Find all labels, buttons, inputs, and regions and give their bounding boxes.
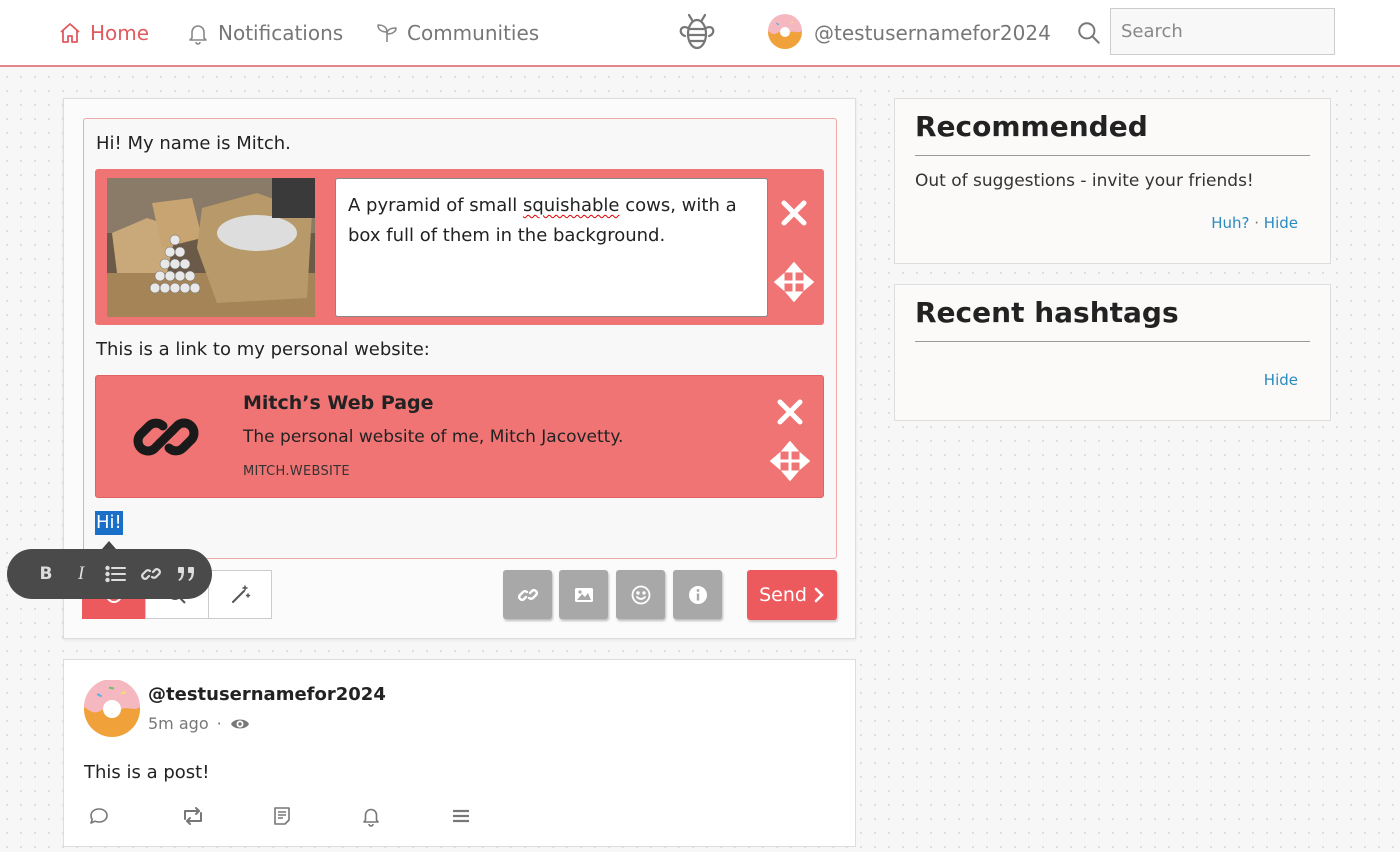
- recommended-title: Recommended: [915, 110, 1148, 143]
- link-card-domain: MITCH.WEBSITE: [243, 464, 350, 479]
- repost-icon[interactable]: [180, 805, 206, 827]
- italic-icon[interactable]: I: [69, 562, 93, 586]
- hashtags-divider: [915, 341, 1310, 342]
- selected-text[interactable]: Hi!: [95, 511, 123, 535]
- image-thumbnail[interactable]: [107, 178, 315, 317]
- hashtags-links: Hide: [1264, 370, 1298, 390]
- bold-icon[interactable]: B: [34, 562, 58, 586]
- hide-hashtags-link[interactable]: Hide: [1264, 371, 1298, 389]
- menu-icon[interactable]: [450, 805, 472, 827]
- link-card-title[interactable]: Mitch’s Web Page: [243, 390, 434, 416]
- nav-notifications[interactable]: Notifications: [186, 18, 343, 48]
- insert-emoji-button[interactable]: [616, 570, 665, 619]
- nav-username[interactable]: @testusernamefor2024: [814, 18, 1051, 48]
- nav-home[interactable]: Home: [58, 18, 149, 48]
- notify-bell-icon[interactable]: [360, 805, 382, 827]
- hashtags-title: Recent hashtags: [915, 296, 1179, 329]
- quote-icon[interactable]: [174, 562, 198, 586]
- search-input[interactable]: [1110, 8, 1335, 55]
- info-button[interactable]: [673, 570, 722, 619]
- magic-wand-icon: [232, 584, 251, 603]
- tab-settings[interactable]: [208, 570, 272, 619]
- link-icon: [517, 588, 538, 601]
- editor-intro-text[interactable]: Hi! My name is Mitch.: [96, 131, 291, 157]
- list-icon[interactable]: [104, 562, 128, 586]
- insert-image-button[interactable]: [559, 570, 608, 619]
- meta-separator: ·: [216, 714, 222, 733]
- post-timestamp[interactable]: 5m ago: [148, 712, 209, 736]
- editor-link-intro[interactable]: This is a link to my personal website:: [96, 337, 430, 363]
- nav-communities-label: Communities: [407, 21, 540, 45]
- format-toolbar: B I: [7, 549, 212, 599]
- alt-text-misspelled: squishable: [522, 195, 620, 216]
- move-image-icon[interactable]: [774, 262, 814, 302]
- nav-communities[interactable]: Communities: [375, 18, 539, 48]
- recommended-text: Out of suggestions - invite your friends…: [915, 171, 1254, 191]
- info-icon: [688, 585, 707, 604]
- chain-link-icon: [133, 418, 199, 456]
- bell-icon: [189, 25, 207, 45]
- remove-link-close-icon[interactable]: [770, 392, 810, 432]
- huh-link[interactable]: Huh?: [1211, 214, 1249, 232]
- post-body: This is a post!: [84, 762, 210, 783]
- insert-link-button[interactable]: [503, 570, 552, 619]
- post-username[interactable]: @testusernamefor2024: [148, 682, 386, 708]
- nav-home-label: Home: [90, 21, 150, 45]
- bee-logo-icon[interactable]: [676, 12, 718, 54]
- eye-icon: [230, 719, 249, 729]
- link-separator: ·: [1254, 214, 1260, 232]
- quote-post-icon[interactable]: [271, 805, 293, 827]
- recommended-links: Huh? · Hide: [1211, 213, 1298, 233]
- remove-image-close-icon[interactable]: [774, 193, 814, 233]
- hide-recommended-link[interactable]: Hide: [1264, 214, 1298, 232]
- donut-avatar-icon[interactable]: [83, 680, 141, 738]
- image-alt-text-input[interactable]: A pyramid of small squishable cows, with…: [335, 178, 768, 317]
- emoji-icon: [631, 585, 650, 604]
- recommended-divider: [915, 155, 1310, 156]
- send-button[interactable]: Send: [747, 570, 837, 620]
- alt-text-start: A pyramid of small: [348, 195, 523, 216]
- reply-icon[interactable]: [88, 805, 110, 827]
- sprout-icon: [377, 24, 397, 42]
- image-icon: [574, 587, 593, 602]
- chevron-right-icon: [814, 587, 824, 603]
- link-icon[interactable]: [139, 562, 163, 586]
- search-icon[interactable]: [1076, 20, 1102, 46]
- post-meta: 5m ago ·: [148, 712, 250, 736]
- home-icon: [60, 23, 80, 43]
- top-nav: Home Notifications Communities @testuser…: [0, 0, 1400, 67]
- move-link-icon[interactable]: [770, 441, 810, 481]
- donut-avatar-icon[interactable]: [767, 14, 803, 50]
- format-toolbar-pointer: [102, 541, 116, 549]
- link-card-description: The personal website of me, Mitch Jacove…: [243, 427, 624, 447]
- send-label: Send: [759, 584, 807, 606]
- nav-notifications-label: Notifications: [218, 21, 344, 45]
